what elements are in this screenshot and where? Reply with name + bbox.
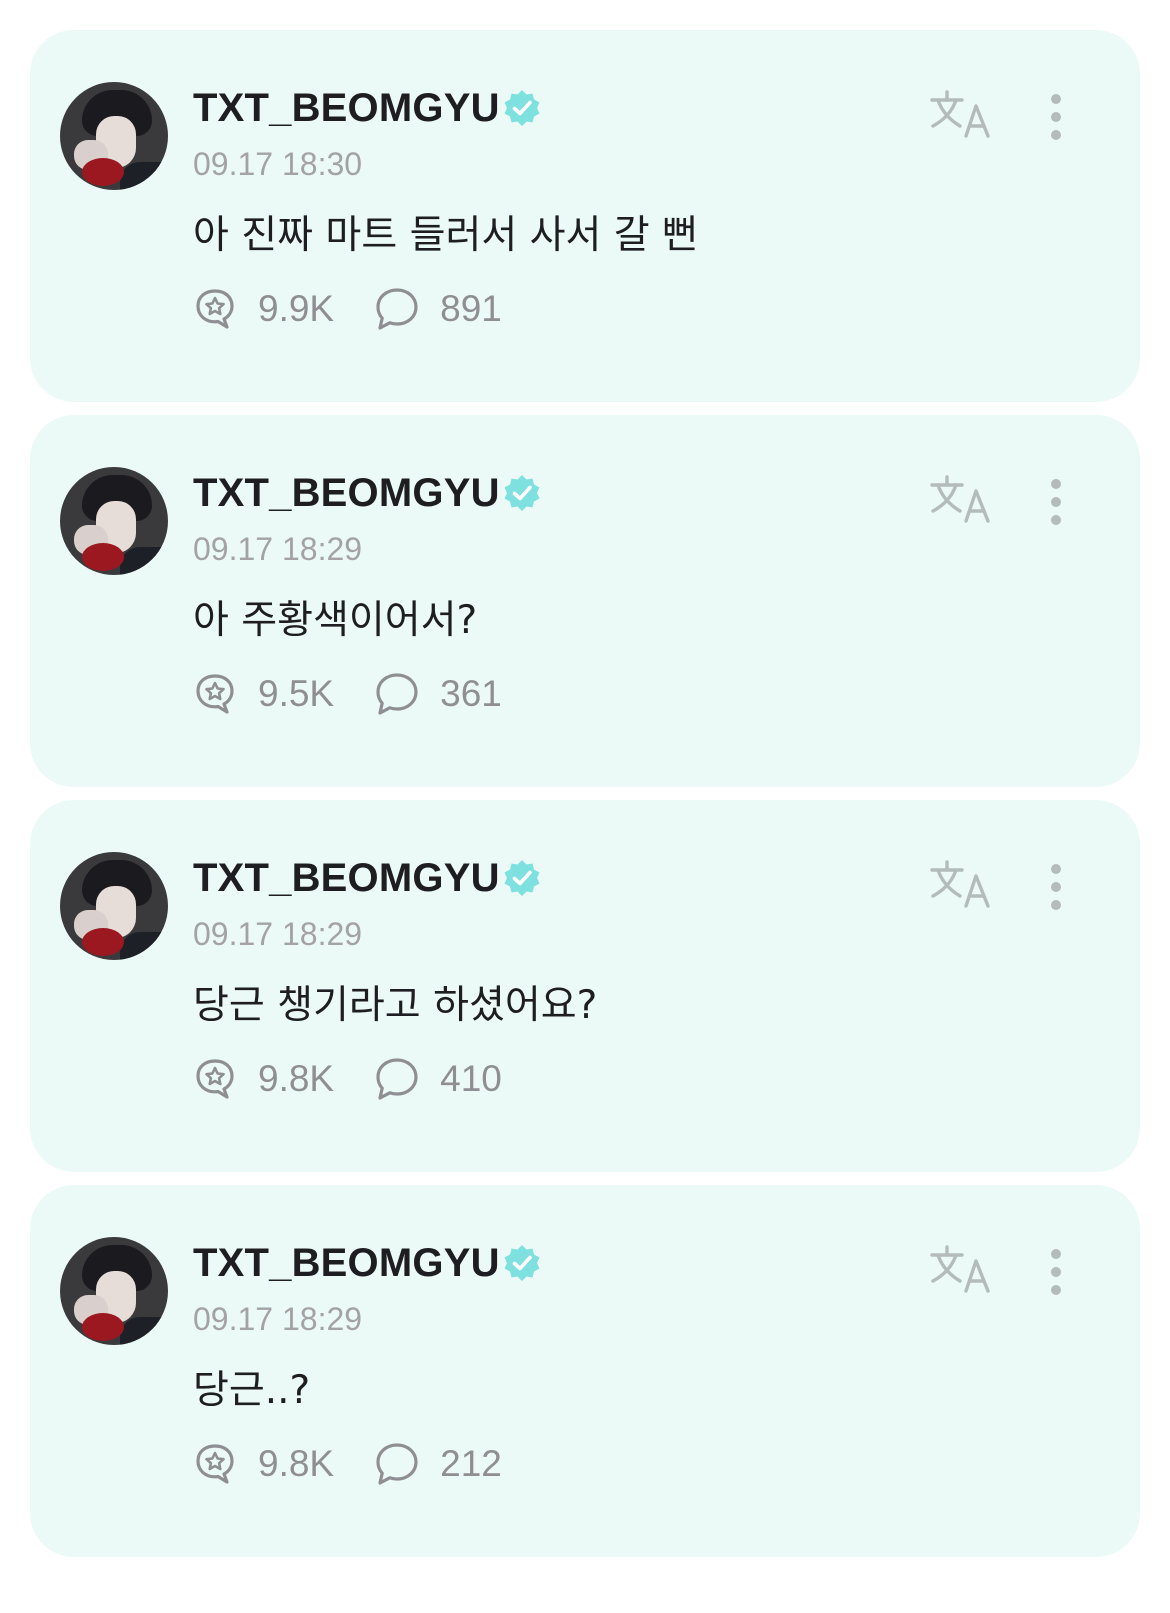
post-timestamp: 09.17 18:29	[193, 1301, 363, 1337]
post-card[interactable]: TXT_BEOMGYU 09.17 18:30 아 진짜 마트 들러서 사서 갈…	[30, 30, 1140, 402]
more-vertical-icon[interactable]	[1040, 862, 1072, 912]
post-card[interactable]: TXT_BEOMGYU 09.17 18:29 당근 챙기라고 하셨어요? 9.…	[30, 800, 1140, 1172]
more-vertical-icon[interactable]	[1040, 92, 1072, 142]
verified-badge-icon	[504, 90, 540, 126]
verified-badge-icon	[504, 475, 540, 511]
avatar[interactable]	[60, 82, 168, 190]
like-count: 9.8K	[258, 1443, 335, 1484]
post-stats: 9.8K 212	[190, 1439, 502, 1489]
post-timestamp: 09.17 18:29	[193, 916, 363, 952]
like-count: 9.8K	[258, 1058, 335, 1099]
translate-icon[interactable]	[928, 88, 992, 140]
like-bubble-icon[interactable]	[190, 669, 240, 719]
post-feed: TXT_BEOMGYU 09.17 18:30 아 진짜 마트 들러서 사서 갈…	[0, 0, 1170, 1613]
avatar[interactable]	[60, 467, 168, 575]
verified-badge-icon	[504, 860, 540, 896]
like-count: 9.9K	[258, 288, 335, 329]
translate-icon[interactable]	[928, 1243, 992, 1295]
post-text: 당근 챙기라고 하셨어요?	[193, 983, 598, 1028]
translate-icon[interactable]	[928, 858, 992, 910]
avatar[interactable]	[60, 1237, 168, 1345]
post-card[interactable]: TXT_BEOMGYU 09.17 18:29 아 주황색이어서? 9.5K 3…	[30, 415, 1140, 787]
comment-count: 212	[440, 1443, 502, 1484]
like-bubble-icon[interactable]	[190, 1054, 240, 1104]
post-text: 당근..?	[193, 1368, 311, 1413]
author-name[interactable]: TXT_BEOMGYU	[193, 471, 500, 516]
comment-icon[interactable]	[372, 669, 422, 719]
post-timestamp: 09.17 18:30	[193, 146, 363, 182]
author-name[interactable]: TXT_BEOMGYU	[193, 856, 500, 901]
more-vertical-icon[interactable]	[1040, 1247, 1072, 1297]
post-stats: 9.5K 361	[190, 669, 502, 719]
comment-icon[interactable]	[372, 284, 422, 334]
post-stats: 9.9K 891	[190, 284, 502, 334]
post-text: 아 주황색이어서?	[193, 598, 478, 643]
verified-badge-icon	[504, 1245, 540, 1281]
comment-count: 891	[440, 288, 502, 329]
comment-count: 410	[440, 1058, 502, 1099]
comment-icon[interactable]	[372, 1439, 422, 1489]
more-vertical-icon[interactable]	[1040, 477, 1072, 527]
post-timestamp: 09.17 18:29	[193, 531, 363, 567]
avatar[interactable]	[60, 852, 168, 960]
author-name[interactable]: TXT_BEOMGYU	[193, 1241, 500, 1286]
like-bubble-icon[interactable]	[190, 284, 240, 334]
post-stats: 9.8K 410	[190, 1054, 502, 1104]
post-card[interactable]: TXT_BEOMGYU 09.17 18:29 당근..? 9.8K 212	[30, 1185, 1140, 1557]
comment-icon[interactable]	[372, 1054, 422, 1104]
post-text: 아 진짜 마트 들러서 사서 갈 뻔	[193, 213, 698, 258]
translate-icon[interactable]	[928, 473, 992, 525]
comment-count: 361	[440, 673, 502, 714]
like-bubble-icon[interactable]	[190, 1439, 240, 1489]
author-name[interactable]: TXT_BEOMGYU	[193, 86, 500, 131]
like-count: 9.5K	[258, 673, 335, 714]
